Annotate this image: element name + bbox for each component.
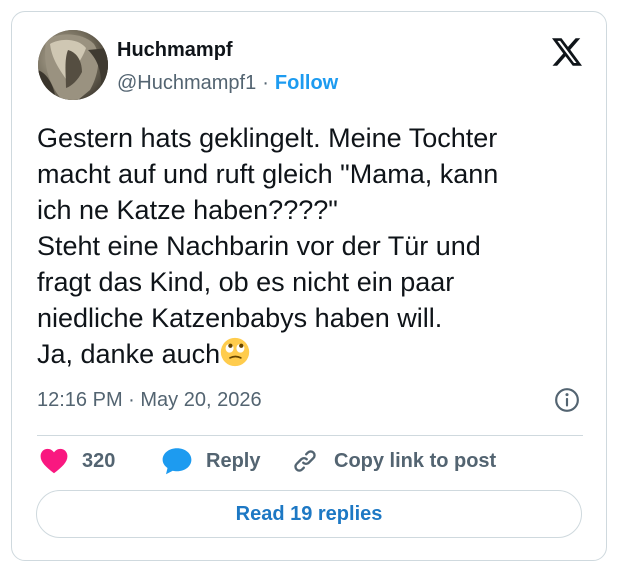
copy-link-button[interactable]: Copy link to post xyxy=(290,444,496,478)
reply-button[interactable]: Reply xyxy=(162,444,260,478)
speech-bubble-icon xyxy=(162,448,192,475)
tweet-text: Gestern hats geklingelt. Meine Tochter m… xyxy=(37,120,592,372)
follow-button[interactable]: Follow xyxy=(275,72,338,94)
heart-icon xyxy=(40,448,68,474)
like-button[interactable]: 320 xyxy=(40,444,115,478)
tweet-body: Gestern hats geklingelt. Meine Tochter m… xyxy=(37,123,499,369)
avatar[interactable] xyxy=(38,30,108,100)
x-logo-icon[interactable] xyxy=(552,38,582,66)
like-count: 320 xyxy=(82,449,116,472)
author-name[interactable]: Huchmampf xyxy=(117,38,233,62)
timestamp[interactable]: 12:16 PM · May 20, 2026 xyxy=(37,387,262,413)
separator: · xyxy=(262,72,269,94)
face-with-rolling-eyes-icon xyxy=(220,337,250,367)
read-replies-button[interactable]: Read 19 replies xyxy=(36,490,582,538)
author-handle-line: @Huchmampf1 · Follow xyxy=(117,70,338,96)
reply-label: Reply xyxy=(206,449,261,472)
divider xyxy=(37,435,583,436)
tweet-card: Huchmampf @Huchmampf1 · Follow Gestern hat… xyxy=(11,11,607,561)
avatar-image xyxy=(38,30,108,100)
copy-link-label: Copy link to post xyxy=(334,449,497,472)
author-handle[interactable]: @Huchmampf1 xyxy=(117,72,256,94)
info-icon[interactable] xyxy=(554,387,580,413)
link-icon xyxy=(294,450,316,472)
